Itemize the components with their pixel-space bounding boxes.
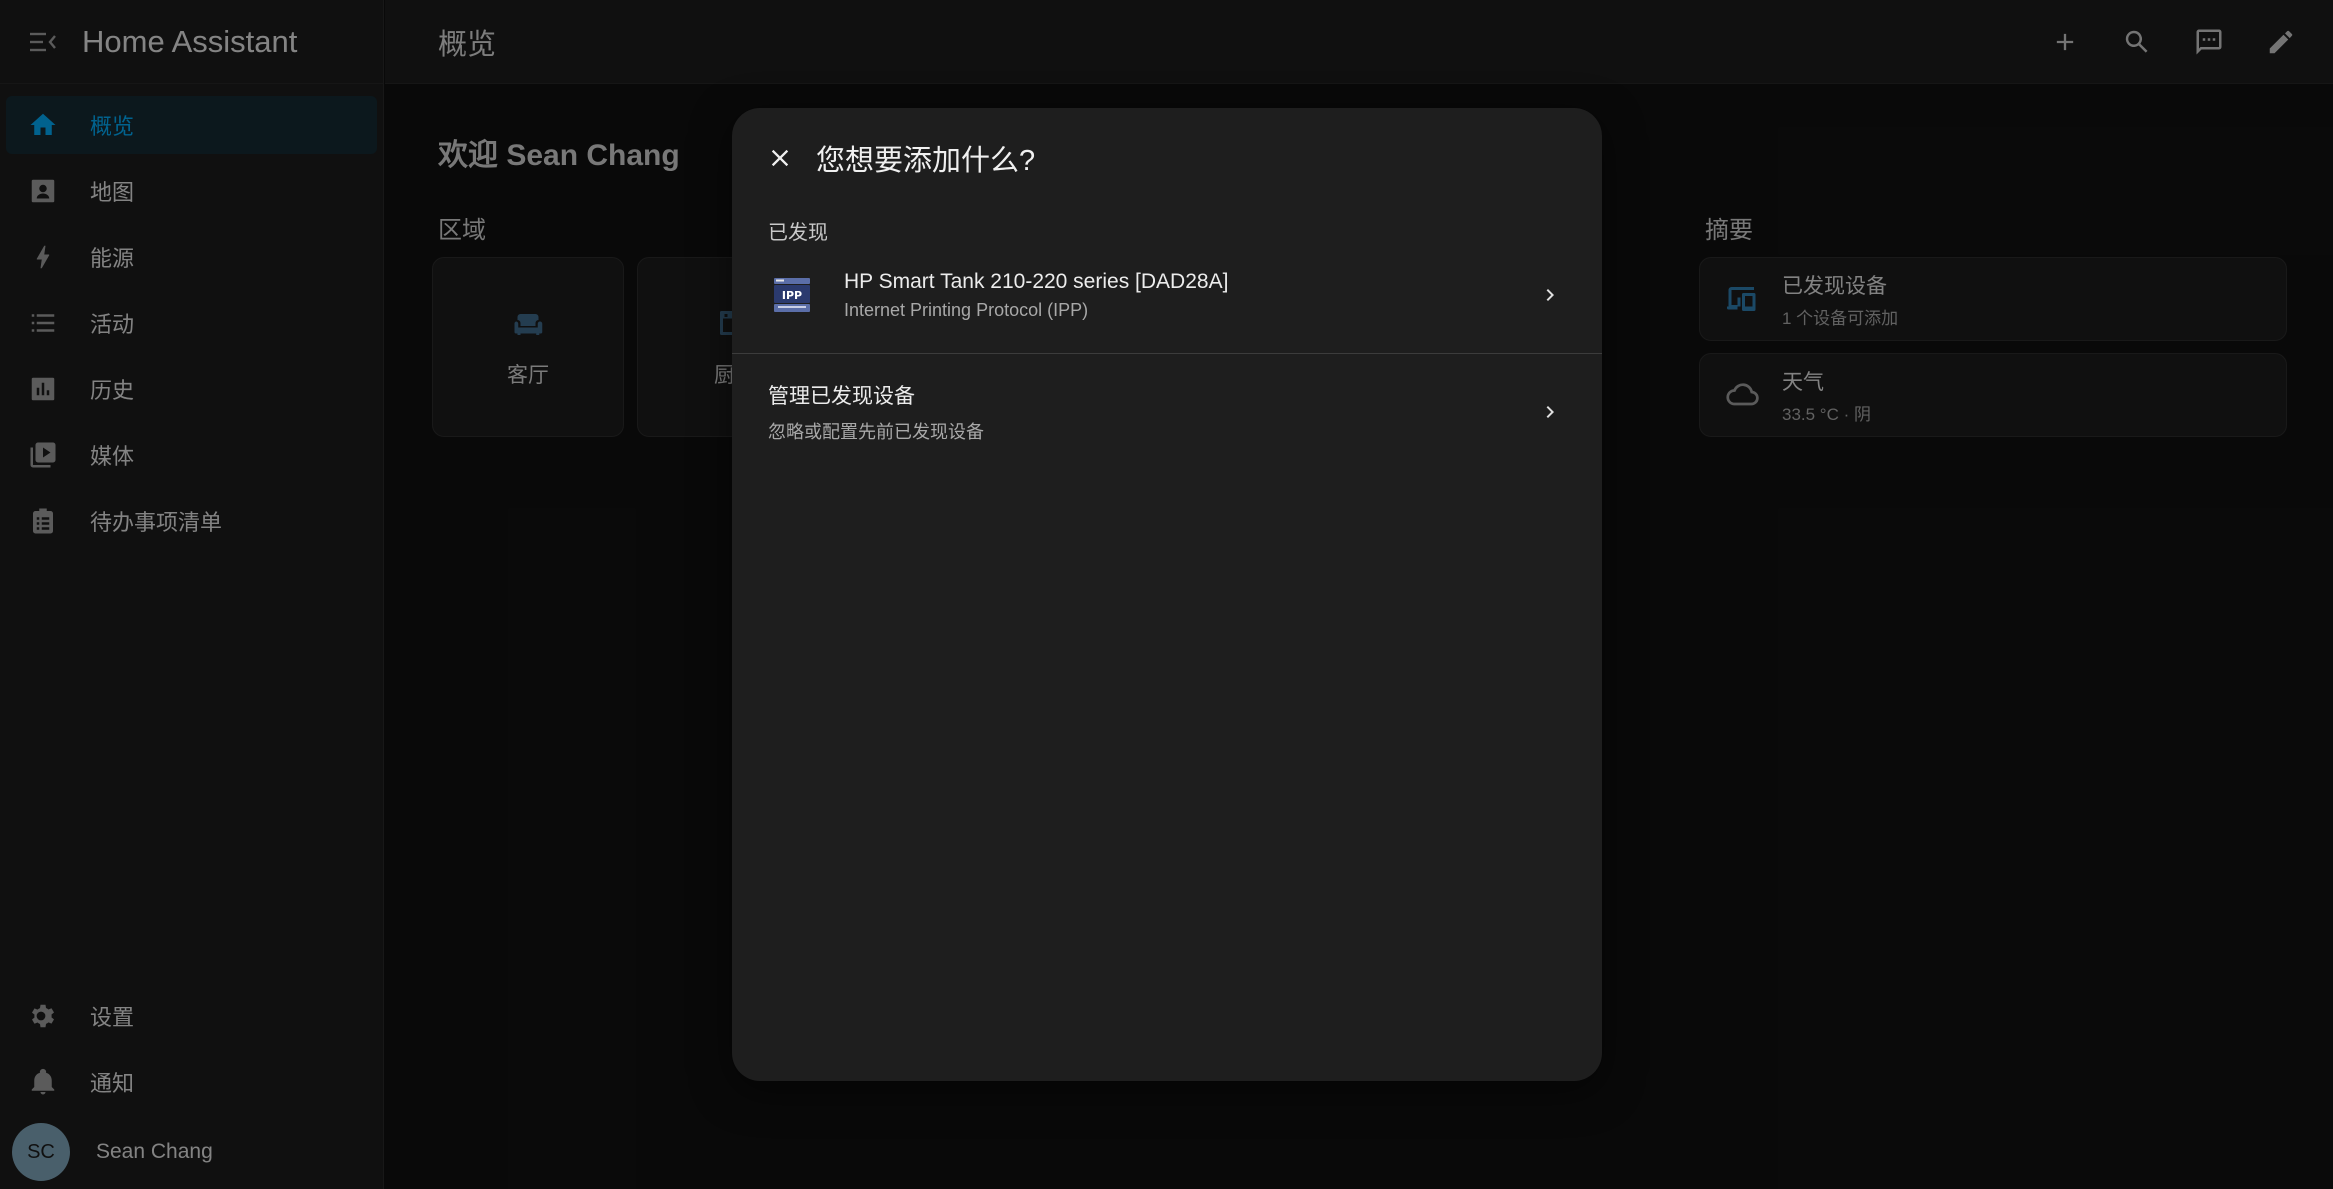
discovered-device-item[interactable]: IPP HP Smart Tank 210-220 series [DAD28A… — [732, 255, 1602, 335]
manage-title: 管理已发现设备 — [768, 385, 915, 408]
dialog-header: 您想要添加什么? — [732, 108, 1602, 208]
chevron-right-icon — [1546, 289, 1554, 301]
discovered-section-title: 已发现 — [768, 222, 828, 244]
ipp-logo-text: IPP — [782, 289, 802, 302]
ipp-logo-icon: IPP — [774, 278, 810, 312]
manage-discovered-devices-item[interactable]: 管理已发现设备 忽略或配置先前已发现设备 — [732, 366, 1602, 458]
chevron-right-icon — [1546, 406, 1554, 418]
divider — [732, 353, 1602, 354]
dialog-title: 您想要添加什么? — [816, 145, 1036, 177]
close-button[interactable] — [756, 134, 804, 182]
discovered-device-name: HP Smart Tank 210-220 series [DAD28A] — [844, 269, 1229, 293]
manage-subtitle: 忽略或配置先前已发现设备 — [768, 422, 984, 442]
add-dialog: 您想要添加什么? 已发现 IPP HP Smart Tank 210-220 s… — [732, 108, 1602, 1081]
close-icon — [771, 149, 789, 167]
discovered-device-protocol: Internet Printing Protocol (IPP) — [844, 299, 1089, 320]
